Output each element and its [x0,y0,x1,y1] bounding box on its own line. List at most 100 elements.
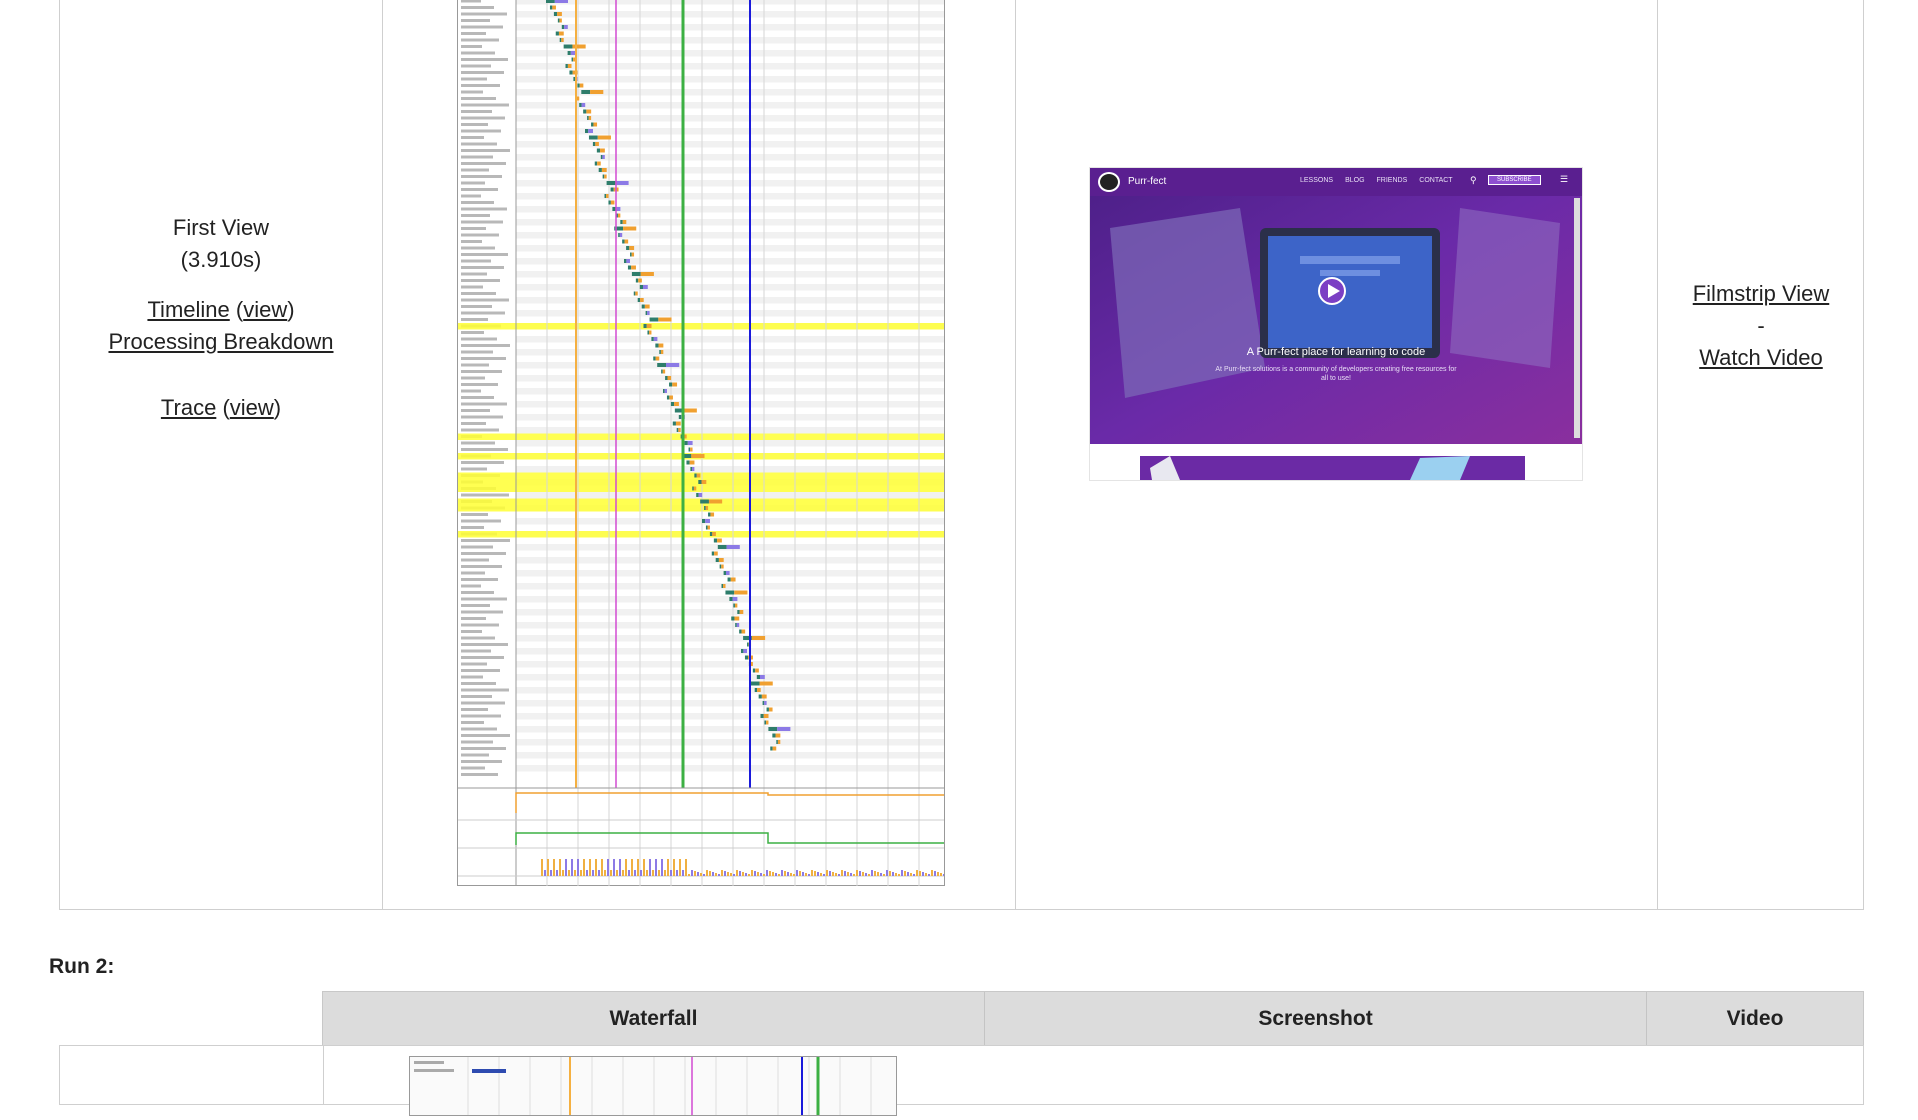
waterfall-request-bar [626,246,630,250]
activity-bar [781,870,783,876]
waterfall-request-bar [546,0,555,3]
activity-bar [658,870,660,876]
waterfall-request-bar [583,109,587,114]
activity-bar [772,872,774,876]
run2-waterfall-thumbnail[interactable] [409,1056,897,1116]
waterfall-row-stripe [516,206,944,213]
waterfall-request-bar [675,421,681,426]
waterfall-request-bar [557,18,560,23]
waterfall-request-bar [649,317,659,322]
screenshot-nav: LESSONS BLOG FRIENDS CONTACT [1300,177,1453,184]
watch-video-link[interactable]: Watch Video [1699,345,1823,370]
timeline-link[interactable]: Timeline [147,297,229,322]
waterfall-row-label [461,370,502,373]
waterfall-request-bar [770,746,773,751]
waterfall-request-bar [760,675,765,679]
activity-bar [862,872,864,876]
waterfall-thumbnail[interactable] [457,0,948,886]
page-screenshot[interactable]: Purr-fect LESSONS BLOG FRIENDS CONTACT ⚲… [1090,168,1582,480]
activity-bar [676,870,678,876]
waterfall-request-bar [704,506,706,510]
waterfall-row-label [461,389,481,393]
waterfall-request-bar [696,493,699,497]
activity-bar [928,874,930,876]
waterfall-row-label [461,64,491,68]
waterfall-request-bar [750,681,760,686]
waterfall-request-bar [693,486,697,491]
waterfall-request-bar [772,746,777,751]
activity-bar [616,870,618,876]
activity-bar [769,871,771,876]
waterfall-row-label [461,636,495,640]
waterfall-row-label [461,12,507,16]
waterfall-request-bar [643,324,647,328]
waterfall-request-bar [653,356,656,361]
waterfall-request-bar [760,714,764,718]
activity-bar [550,870,552,876]
waterfall-row-stripe [516,219,944,226]
waterfall-request-bar [709,532,713,536]
waterfall-request-bar [646,324,652,328]
waterfall-request-bar [622,220,627,224]
waterfall-request-bar [610,200,615,205]
waterfall-row-label [461,584,481,588]
activity-bar [736,870,738,876]
waterfall-request-bar [764,720,767,725]
waterfall-request-bar [755,668,759,673]
activity-bar [592,870,594,876]
processing-breakdown-link[interactable]: Processing Breakdown [108,329,333,354]
waterfall-request-bar [635,291,638,296]
waterfall-request-bar [712,532,716,536]
trace-link[interactable]: Trace [161,395,216,420]
waterfall-request-bar [571,57,574,62]
waterfall-request-bar [707,525,710,530]
waterfall-row-stripe [516,76,944,83]
waterfall-row-label [461,656,504,659]
trace-view-link[interactable]: view [230,395,274,420]
waterfall-request-bar [711,551,715,556]
activity-bar [577,859,579,876]
waterfall-request-bar [672,421,676,426]
waterfall-row-stripe [516,609,944,616]
activity-bar [850,873,852,876]
activity-bar [916,870,918,876]
timeline-view-link[interactable]: view [243,297,287,322]
waterfall-row-stripe [516,141,944,148]
waterfall-row-label [461,428,499,432]
waterfall-request-bar [567,51,571,55]
activity-bar [892,872,894,876]
waterfall-request-bar [708,512,711,517]
activity-bar [841,870,843,876]
waterfall-row-stripe [516,388,944,395]
filmstrip-view-link[interactable]: Filmstrip View [1693,281,1830,306]
activity-bar [598,870,600,876]
waterfall-row-label [461,591,494,594]
waterfall-row-label [461,734,510,737]
activity-bar [673,859,675,876]
waterfall-request-bar [624,239,629,244]
waterfall-row-stripe [516,687,944,694]
waterfall-row-stripe [516,310,944,317]
waterfall-request-bar [674,402,679,406]
waterfall-row-label [461,708,488,711]
activity-bar [559,859,561,876]
waterfall-row-label [461,565,502,568]
activity-bar [643,859,645,876]
waterfall-row-stripe [516,557,944,564]
waterfall-row-stripe [516,362,944,369]
waterfall-row-label [461,441,495,445]
waterfall-row-label [461,266,504,269]
waterfall-request-bar [776,740,778,744]
activity-bar [844,871,846,876]
activity-bar [622,870,624,876]
waterfall-row-label [461,623,499,627]
waterfall-request-bar [754,688,758,692]
waterfall-row-label [461,129,501,133]
waterfall-row-label [461,318,488,321]
activity-bar [847,872,849,876]
waterfall-row-label [461,246,495,250]
activity-bar [907,872,909,876]
waterfall-request-bar [708,499,723,504]
waterfall-request-bar [732,597,738,601]
waterfall-request-bar [743,649,747,653]
